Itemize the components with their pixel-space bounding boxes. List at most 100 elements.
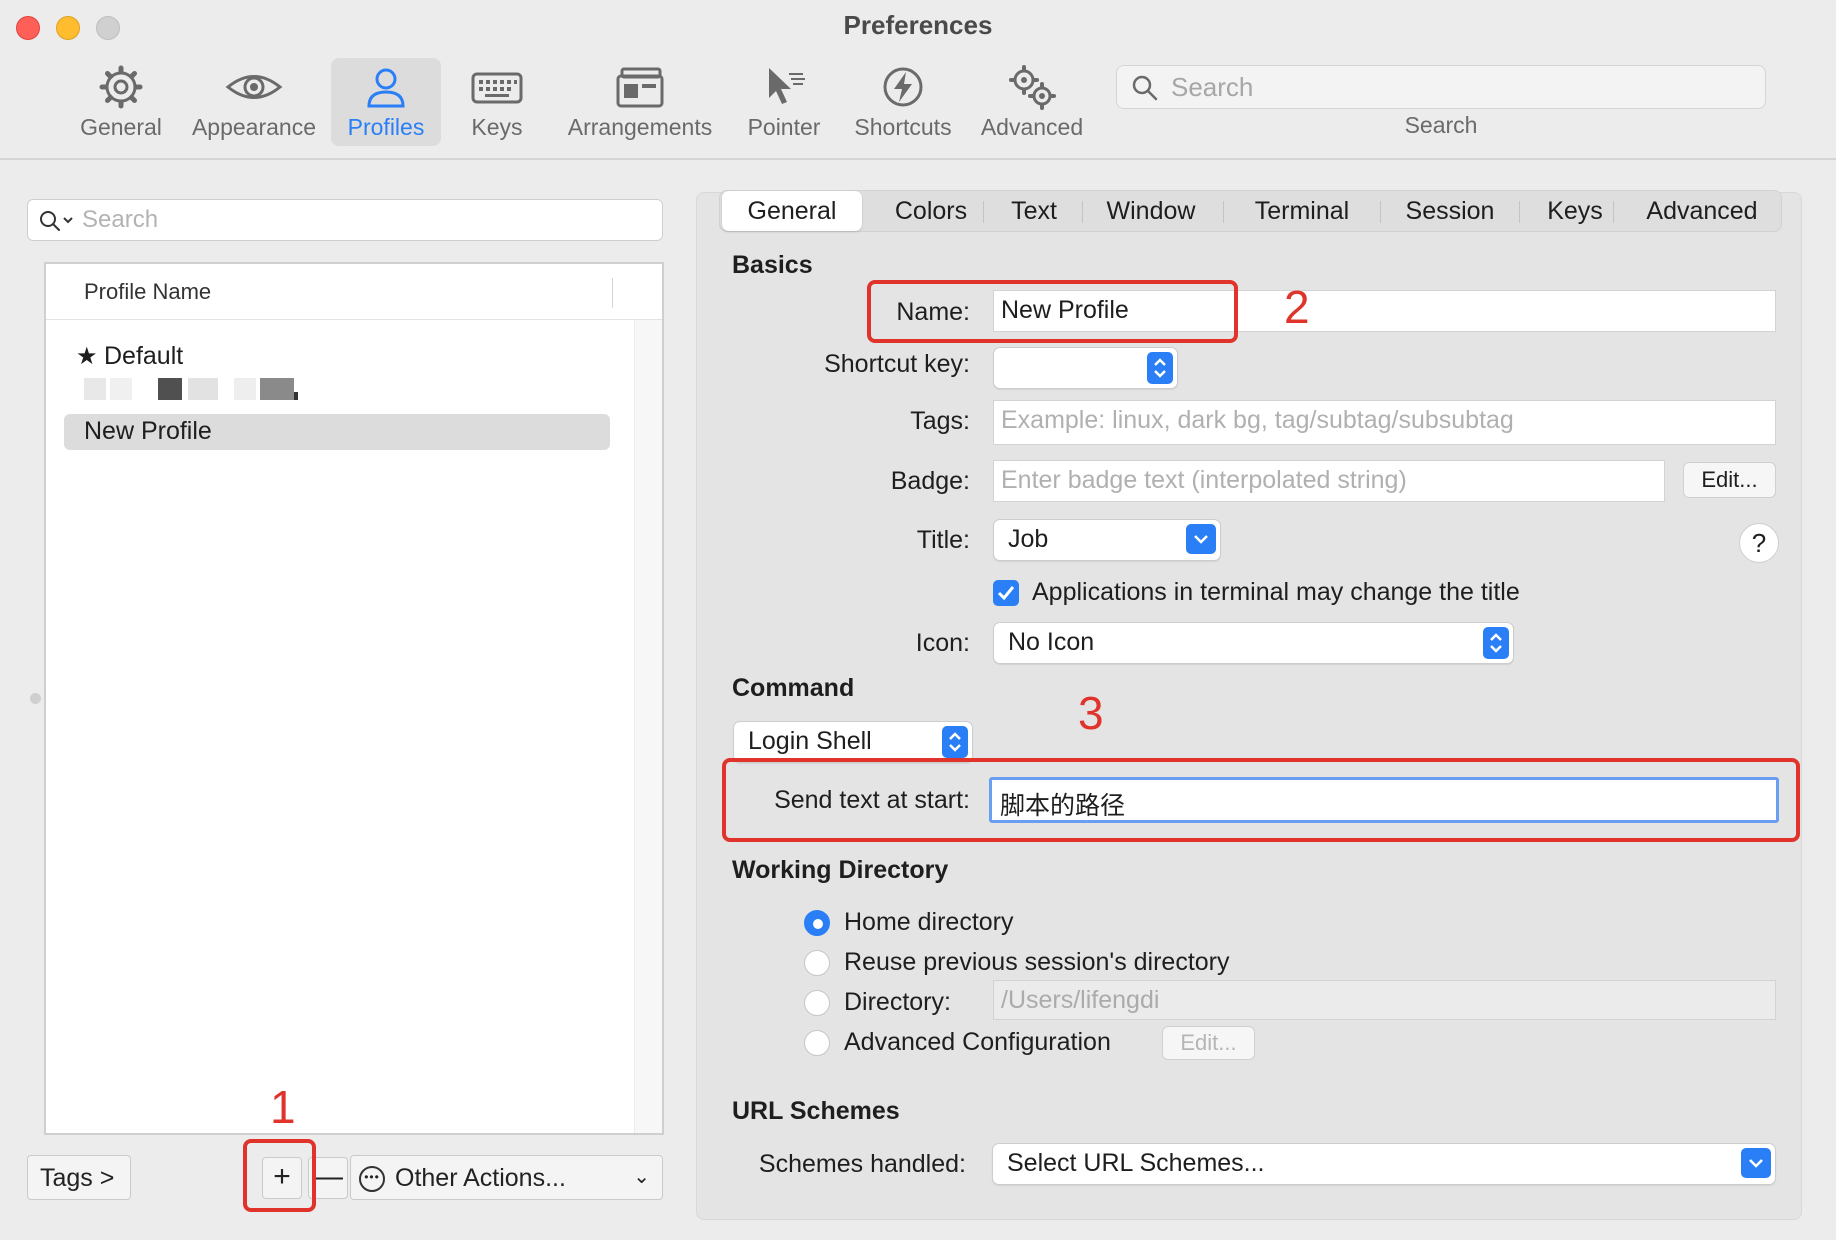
window-stack-icon (616, 67, 664, 108)
toolbar-general[interactable]: General (76, 58, 166, 146)
toolbar-appearance[interactable]: Appearance (186, 58, 322, 146)
tab-general[interactable]: General (722, 191, 862, 231)
annotation-number-3: 3 (1078, 687, 1104, 739)
reuse-directory-label: Reuse previous session's directory (844, 948, 1230, 976)
annotation-number-1: 1 (270, 1081, 296, 1133)
toolbar-shortcuts[interactable]: Shortcuts (848, 58, 958, 146)
tab-window[interactable]: Window (1086, 191, 1216, 231)
tab-separator (1082, 201, 1083, 223)
toolbar-label: Keys (471, 114, 523, 140)
title-label: Title: (916, 526, 970, 554)
chevron-down-icon (1186, 524, 1216, 554)
tags-label: Tags: (910, 407, 970, 435)
up-down-stepper-icon (1483, 627, 1509, 659)
tab-terminal[interactable]: Terminal (1224, 191, 1380, 231)
radio-home-directory[interactable] (804, 910, 830, 936)
apps-change-title-label: Applications in terminal may change the … (1032, 578, 1520, 606)
person-icon (367, 68, 405, 108)
icon-popup[interactable]: No Icon (993, 622, 1514, 664)
icon-popup-value: No Icon (1008, 628, 1095, 656)
search-menu-icon (40, 211, 73, 231)
toolbar-label: Pointer (747, 114, 821, 140)
ellipsis-circle-icon: ••• (359, 1166, 385, 1192)
gear-icon (99, 65, 143, 109)
section-command: Command (732, 674, 855, 702)
radio-advanced-configuration[interactable] (804, 1030, 830, 1056)
toolbar-label: Arrangements (567, 114, 713, 140)
default-star-icon: ★ (76, 343, 98, 370)
search-placeholder: Search (1171, 72, 1254, 102)
toolbar-search-field[interactable]: Search (1116, 65, 1766, 109)
annotation-box-2 (867, 280, 1238, 343)
toolbar-advanced[interactable]: Advanced (976, 58, 1088, 146)
home-directory-label: Home directory (844, 908, 1014, 936)
advanced-configuration-edit-button[interactable]: Edit... (1162, 1026, 1255, 1060)
badge-edit-button[interactable]: Edit... (1683, 462, 1776, 498)
toolbar-pointer[interactable]: Pointer (738, 58, 830, 146)
tags-toggle-button[interactable]: Tags > (27, 1155, 131, 1200)
shortcut-key-popup[interactable] (993, 347, 1178, 389)
chevron-down-icon (1741, 1148, 1771, 1178)
search-icon (1132, 75, 1158, 101)
tab-separator (1613, 201, 1614, 223)
split-view-handle[interactable] (30, 693, 41, 704)
title-popup-value: Job (1008, 525, 1049, 553)
redacted-profile-row (84, 378, 334, 400)
help-button[interactable]: ? (1739, 523, 1779, 563)
toolbar-search-label: Search (1404, 112, 1478, 138)
profile-row-new-profile[interactable]: New Profile (64, 414, 610, 450)
radio-reuse-session-directory[interactable] (804, 950, 830, 976)
profile-list-header: Profile Name (46, 264, 662, 320)
url-schemes-value: Select URL Schemes... (1007, 1149, 1265, 1177)
tab-advanced[interactable]: Advanced (1625, 191, 1779, 231)
tags-field[interactable]: Example: linux, dark bg, tag/subtag/subs… (993, 400, 1776, 445)
apps-change-title-checkbox[interactable] (993, 580, 1019, 606)
schemes-handled-label: Schemes handled: (758, 1150, 966, 1178)
checkmark-icon (997, 586, 1015, 601)
badge-field[interactable]: Enter badge text (interpolated string) (993, 460, 1665, 502)
toolbar-label: Profiles (347, 114, 425, 140)
profile-search-field[interactable]: Search (27, 199, 663, 241)
command-type-value: Login Shell (748, 727, 872, 755)
radio-directory[interactable] (804, 990, 830, 1016)
profile-search-placeholder: Search (82, 206, 159, 233)
window-title: Preferences (843, 10, 993, 40)
eye-icon (225, 75, 283, 99)
toolbar-label: Appearance (191, 114, 317, 140)
toolbar-keys[interactable]: Keys (452, 58, 542, 146)
other-actions-menu[interactable]: ••• Other Actions... ⌄ (350, 1155, 663, 1200)
profile-row-default[interactable]: ★ Default (64, 339, 610, 375)
title-popup[interactable]: Job (993, 519, 1221, 561)
profile-list-scrollbar[interactable] (634, 320, 662, 1133)
toolbar-arrangements[interactable]: Arrangements (562, 58, 718, 146)
profile-settings-panel (696, 192, 1802, 1220)
tab-text[interactable]: Text (984, 191, 1084, 231)
toolbar-label: Advanced (980, 114, 1084, 140)
annotation-box-3 (722, 758, 1800, 842)
profile-list: Profile Name ★ Default New Profile (44, 262, 664, 1135)
profile-name: Default (104, 342, 184, 370)
directory-label: Directory: (844, 988, 951, 1016)
command-type-popup[interactable]: Login Shell (733, 721, 973, 763)
other-actions-label: Other Actions... (395, 1164, 566, 1192)
toolbar-profiles[interactable]: Profiles (331, 58, 441, 146)
section-url-schemes: URL Schemes (732, 1097, 900, 1125)
section-basics: Basics (732, 251, 813, 279)
tab-session[interactable]: Session (1382, 191, 1518, 231)
column-header-profile-name[interactable]: Profile Name (84, 279, 211, 305)
directory-path-field[interactable]: /Users/lifengdi (993, 980, 1776, 1020)
toolbar-label: General (80, 114, 162, 140)
toolbar-label: Shortcuts (854, 114, 952, 140)
tab-separator (1380, 201, 1381, 223)
tab-colors[interactable]: Colors (870, 191, 992, 231)
up-down-stepper-icon (942, 726, 968, 758)
url-schemes-popup[interactable]: Select URL Schemes... (992, 1143, 1776, 1185)
icon-label: Icon: (915, 629, 970, 657)
badge-label: Badge: (890, 467, 970, 495)
annotation-box-1 (243, 1139, 316, 1212)
annotation-number-2: 2 (1284, 281, 1310, 333)
profile-tabs: General Colors Text Window Terminal Sess… (719, 190, 1782, 232)
profile-name: New Profile (84, 417, 212, 445)
cursor-icon (769, 68, 805, 104)
section-working-directory: Working Directory (732, 856, 949, 884)
